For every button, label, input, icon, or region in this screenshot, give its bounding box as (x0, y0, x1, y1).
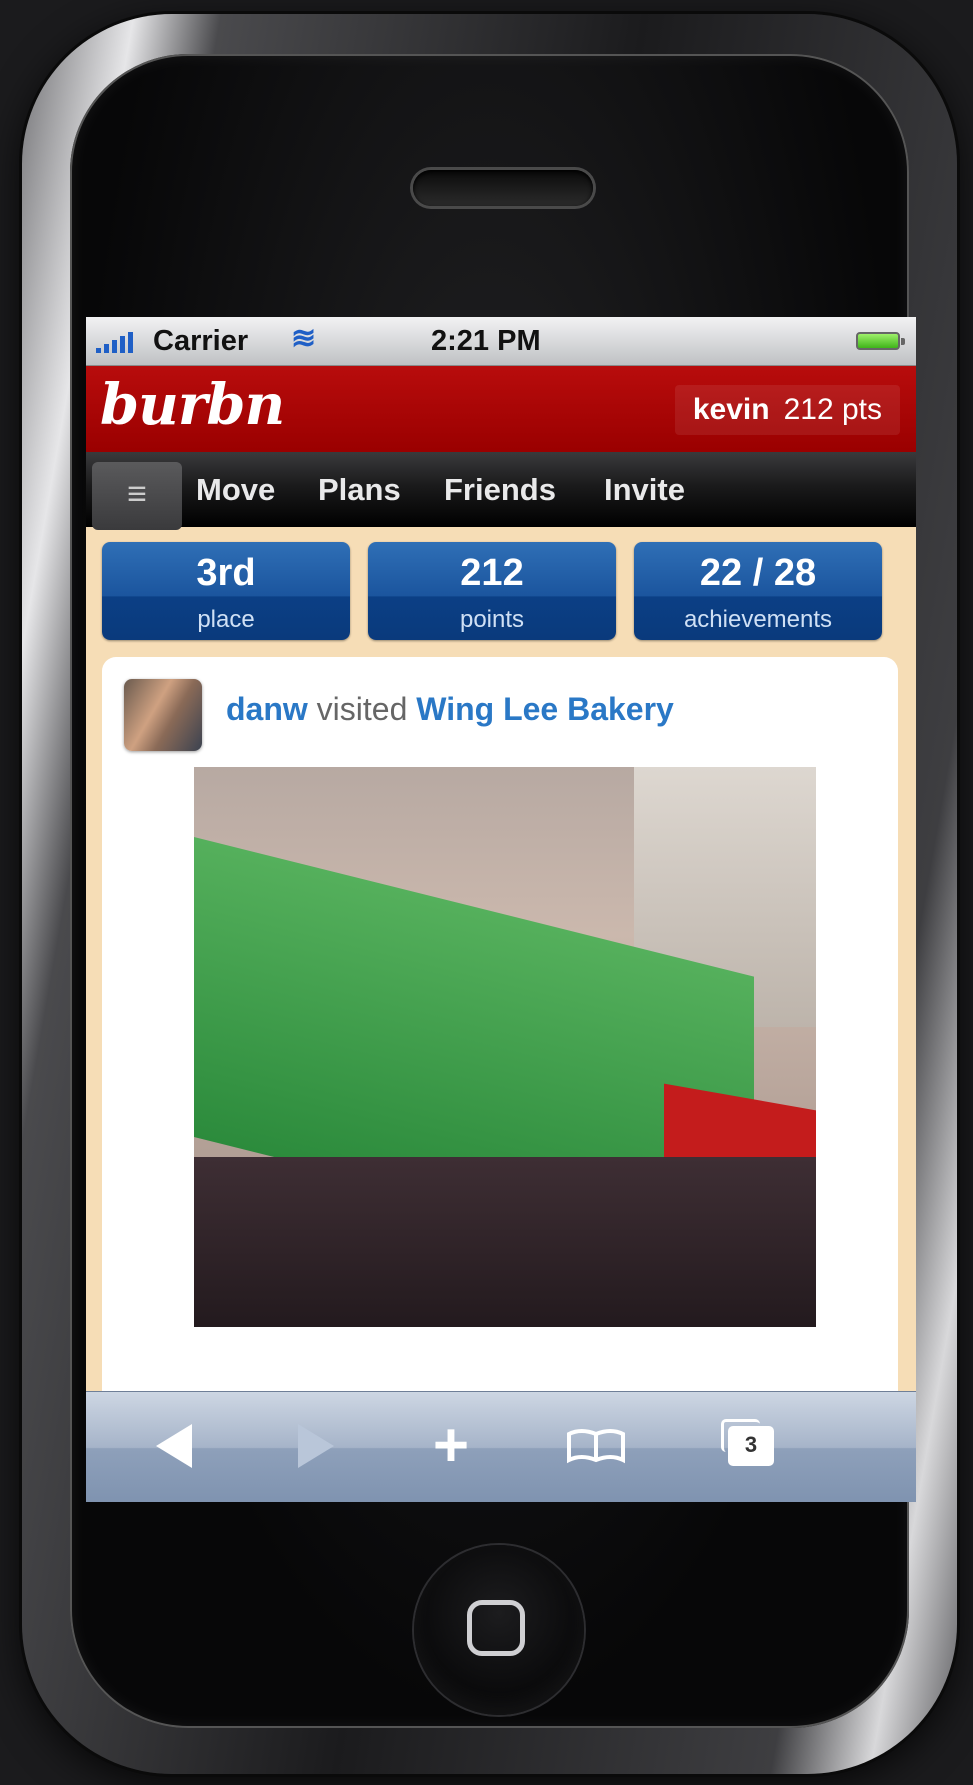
menu-button[interactable]: ≡ (92, 462, 182, 530)
app-logo[interactable]: burbn (100, 372, 285, 438)
nav-item-invite[interactable]: Invite (604, 472, 685, 508)
nav-bar: ≡ Move Plans Friends Invite (86, 452, 916, 530)
browser-toolbar: + 3 (86, 1391, 916, 1502)
stat-points[interactable]: 212 points (368, 542, 616, 640)
forward-button[interactable] (286, 1418, 346, 1474)
checkin-photo[interactable] (194, 767, 816, 1327)
stat-value: 3rd (196, 552, 256, 594)
feed-card: danw visited Wing Lee Bakery (102, 657, 898, 1502)
plus-icon: + (432, 1411, 470, 1480)
stat-value: 212 (460, 552, 524, 594)
stat-label: achievements (683, 606, 833, 633)
feed-headline: danw visited Wing Lee Bakery (226, 691, 674, 728)
back-arrow-icon (156, 1424, 192, 1468)
carrier-label: Carrier (153, 325, 249, 357)
feed-verb: visited (316, 691, 408, 727)
bookmarks-button[interactable] (556, 1418, 636, 1474)
avatar[interactable] (124, 679, 202, 751)
stat-label: points (459, 606, 525, 633)
battery-icon (856, 332, 905, 350)
wifi-icon: ≋ (291, 322, 317, 355)
nav-item-friends[interactable]: Friends (444, 472, 556, 508)
stat-achievements[interactable]: 22 / 28 achievements (634, 542, 882, 640)
bookmarks-icon (567, 1429, 625, 1464)
back-button[interactable] (144, 1418, 204, 1474)
home-square-icon (467, 1600, 525, 1656)
phone-screen: Carrier ≋ 2:21 PM burbn kevin 212 pts ≡ … (86, 317, 916, 1502)
user-points: 212 pts (783, 393, 882, 426)
feed-place-link[interactable]: Wing Lee Bakery (416, 691, 674, 727)
photo-storefront (194, 1157, 816, 1327)
tabs-button[interactable]: 3 (716, 1418, 786, 1474)
signal-bars-icon (96, 331, 133, 353)
app-header: burbn kevin 212 pts (86, 366, 916, 452)
user-points-badge[interactable]: kevin 212 pts (674, 385, 900, 435)
feed-user-link[interactable]: danw (226, 691, 308, 727)
forward-arrow-icon (298, 1424, 334, 1468)
stat-label: place (197, 606, 255, 633)
nav-item-plans[interactable]: Plans (318, 472, 401, 508)
stat-place[interactable]: 3rd place (102, 542, 350, 640)
stat-value: 22 / 28 (699, 552, 817, 594)
earpiece-speaker (413, 170, 593, 206)
home-button[interactable] (414, 1545, 584, 1715)
tabs-icon: 3 (721, 1419, 774, 1466)
status-time: 2:21 PM (431, 325, 541, 357)
stats-row: 3rd place 212 points 22 / 28 achievement… (102, 542, 902, 642)
add-button[interactable]: + (416, 1411, 486, 1480)
username: kevin (692, 393, 770, 426)
nav-item-move[interactable]: Move (196, 472, 275, 508)
status-bar: Carrier ≋ 2:21 PM (86, 317, 916, 366)
menu-icon: ≡ (127, 475, 147, 513)
